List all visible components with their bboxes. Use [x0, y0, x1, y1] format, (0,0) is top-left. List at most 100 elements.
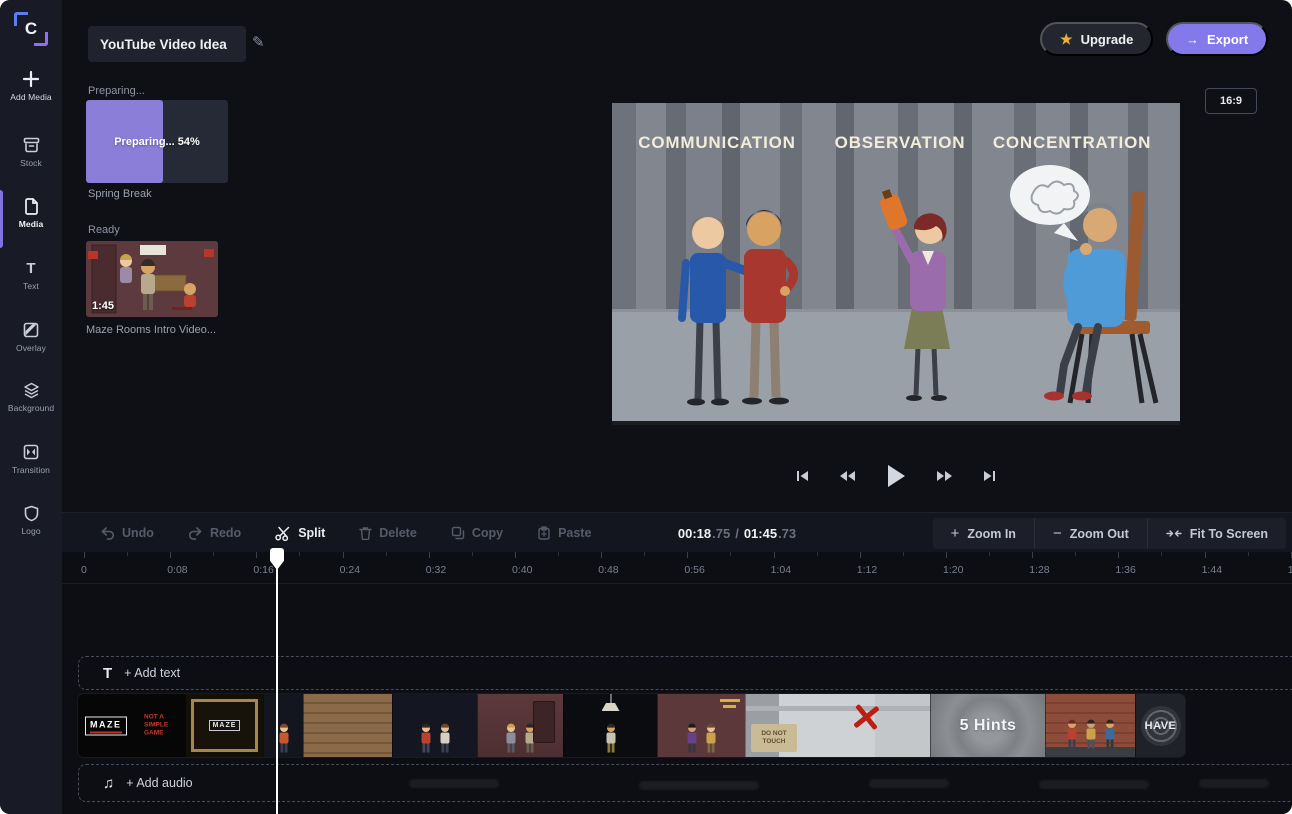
fit-arrows-icon — [1166, 528, 1182, 539]
ruler-tick-mark — [343, 552, 344, 558]
timeline-ruler[interactable]: 00:080:160:240:320:400:480:561:041:121:2… — [62, 552, 1292, 584]
ruler-tick-label: 1:12 — [857, 564, 877, 576]
timeline-clip-wood[interactable] — [303, 694, 392, 757]
waveform-blob — [409, 779, 499, 788]
lamp-art — [610, 694, 612, 703]
edit-title-icon[interactable]: ✎ — [252, 33, 265, 51]
video-preview-stage[interactable]: COMMUNICATION OBSERVATION CONCENTRATION — [612, 103, 1180, 425]
media-item-ready[interactable]: 1:45 — [86, 241, 218, 317]
sidebar-item-background[interactable]: Background — [0, 381, 62, 413]
ruler-tick-label: 0:32 — [426, 564, 446, 576]
clip-figure-art — [503, 723, 519, 755]
clip-figure-art — [703, 723, 719, 755]
ruler-tick-label: 1:28 — [1029, 564, 1049, 576]
timeline-clip-maze-logo[interactable]: MAZENot a simple game — [78, 694, 185, 757]
rewind-button[interactable] — [837, 468, 858, 484]
text-icon: T — [26, 259, 35, 277]
split-button[interactable]: Split — [275, 526, 325, 541]
sidebar-item-label: Logo — [21, 526, 40, 536]
timeline-clip-chalkboard[interactable]: MAZE — [185, 694, 263, 757]
clipchamp-logo[interactable]: C — [14, 12, 48, 46]
zoom-in-button[interactable]: + Zoom In — [933, 518, 1034, 549]
project-title-input[interactable]: YouTube Video Idea — [88, 26, 246, 62]
fast-forward-button[interactable] — [934, 468, 955, 484]
ruler-tick-mark — [1075, 552, 1076, 556]
clip-title-text: 5 Hints — [931, 694, 1045, 757]
add-audio-label: + Add audio — [126, 776, 192, 790]
undo-icon — [100, 526, 115, 540]
timeline-clip-lamp-dark[interactable] — [563, 694, 657, 757]
play-button[interactable] — [884, 462, 908, 490]
export-button[interactable]: → Export — [1166, 22, 1268, 56]
caption-communication: COMMUNICATION — [638, 133, 795, 153]
timeline-clip-maroon-room[interactable] — [477, 694, 563, 757]
timeline-clip-maroon-figures[interactable] — [657, 694, 745, 757]
ruler-tick-mark — [1161, 552, 1162, 556]
text-icon: T — [103, 665, 112, 682]
timeline-clip-wall-sign[interactable]: DO NOT TOUCH — [745, 694, 930, 757]
aspect-ratio-badge[interactable]: 16:9 — [1205, 88, 1257, 114]
clip-figure-art — [1083, 719, 1099, 751]
timeline-clip-hints[interactable]: 5 Hints — [930, 694, 1045, 757]
sidebar-item-stock[interactable]: Stock — [0, 136, 62, 168]
add-audio-track[interactable]: ♫ + Add audio — [78, 764, 1292, 802]
time-separator: / — [735, 526, 739, 541]
copy-button[interactable]: Copy — [451, 526, 503, 540]
media-file-icon — [24, 197, 39, 215]
ruler-tick-mark — [1205, 552, 1206, 558]
ruler-tick-mark — [687, 552, 688, 558]
total-time-frac: .73 — [778, 526, 796, 541]
zoom-out-button[interactable]: − Zoom Out — [1034, 518, 1147, 549]
clip-figure-art — [418, 723, 434, 755]
media-item-preparing[interactable]: Preparing... 54% — [86, 100, 228, 183]
paste-button[interactable]: Paste — [537, 526, 591, 540]
add-text-label: + Add text — [124, 666, 180, 680]
clip-text-art — [720, 699, 740, 702]
red-x-art — [851, 701, 880, 734]
clip-logo-text: MAZE — [85, 716, 127, 735]
fit-to-screen-button[interactable]: Fit To Screen — [1147, 518, 1286, 549]
sidebar-item-media[interactable]: Media — [0, 197, 62, 229]
ruler-tick-mark — [256, 552, 257, 558]
clip-figure-art — [603, 723, 619, 755]
clip-figure-art — [684, 723, 700, 755]
ruler-tick-mark — [472, 552, 473, 556]
sidebar-item-transition[interactable]: Transition — [0, 443, 62, 475]
clip-figure-art — [276, 723, 292, 755]
waveform-blob — [869, 779, 949, 788]
add-text-track[interactable]: T + Add text — [78, 656, 1292, 690]
timeline-clip-navy-figures[interactable] — [392, 694, 477, 757]
sidebar-item-text[interactable]: T Text — [0, 259, 62, 291]
transport-controls — [612, 462, 1180, 490]
ruler-tick-label: 1:20 — [943, 564, 963, 576]
paste-label: Paste — [558, 526, 591, 540]
ruler-tick-mark — [127, 552, 128, 556]
ruler-tick-label: 0:16 — [253, 564, 273, 576]
sidebar: C Add Media Stock Media T Text — [0, 0, 62, 814]
skip-to-start-button[interactable] — [794, 468, 811, 484]
sidebar-item-overlay[interactable]: Overlay — [0, 321, 62, 353]
clip-figure-art — [1064, 719, 1080, 751]
redo-label: Redo — [210, 526, 241, 540]
undo-button[interactable]: Undo — [100, 526, 154, 540]
ruler-tick-mark — [644, 552, 645, 556]
media-item-name: Maze Rooms Intro Video... — [86, 324, 216, 336]
delete-label: Delete — [379, 526, 417, 540]
sidebar-item-add-media[interactable]: Add Media — [0, 70, 62, 102]
ruler-tick-mark — [386, 552, 387, 556]
waveform-blob — [1039, 780, 1149, 789]
timeline-clip-brick-figures[interactable] — [1045, 694, 1135, 757]
redo-button[interactable]: Redo — [188, 526, 241, 540]
delete-button[interactable]: Delete — [359, 526, 417, 540]
skip-to-end-button[interactable] — [981, 468, 998, 484]
ruler-tick-label: 1:04 — [771, 564, 791, 576]
timeline-clip-figure-dark[interactable] — [263, 694, 303, 757]
upgrade-button[interactable]: ★ Upgrade — [1040, 22, 1153, 56]
ready-section-header: Ready — [88, 224, 120, 236]
timeline-clip-have[interactable]: HAVE — [1135, 694, 1185, 757]
ruler-tick-label: 0:56 — [684, 564, 704, 576]
sidebar-item-logo[interactable]: Logo — [0, 504, 62, 536]
ruler-tick-mark — [903, 552, 904, 556]
sidebar-item-label: Text — [23, 281, 39, 291]
waveform-blob — [1199, 779, 1269, 788]
